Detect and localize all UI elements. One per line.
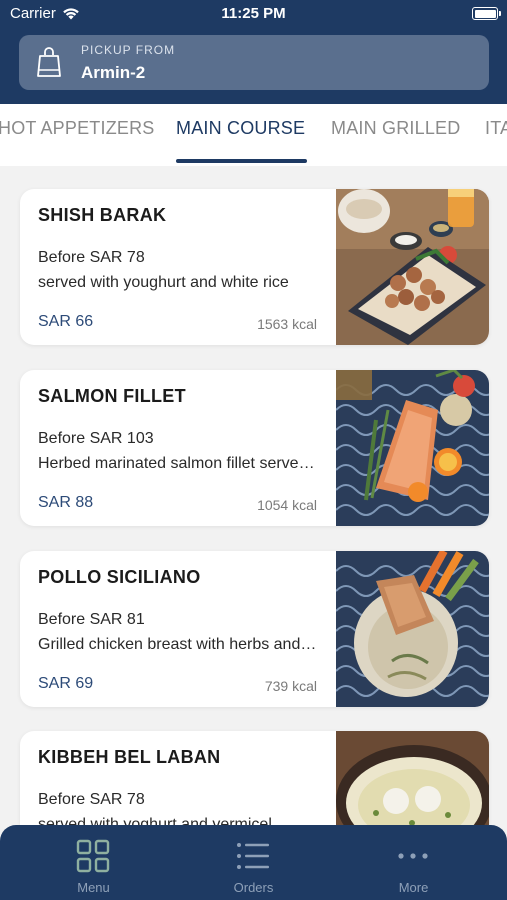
menu-item-price: SAR 69 bbox=[38, 675, 94, 692]
nav-menu[interactable]: Menu bbox=[9, 825, 178, 900]
menu-item-description: Herbed marinated salmon fillet served wi… bbox=[38, 455, 320, 472]
menu-item-original-price: Before SAR 103 bbox=[38, 430, 154, 447]
grid-icon bbox=[76, 839, 110, 873]
pickup-location-selector[interactable]: PICKUP FROM Armin-2 bbox=[19, 35, 489, 90]
nav-more[interactable]: More bbox=[329, 825, 498, 900]
menu-item-description: served with youghurt and white rice bbox=[38, 274, 289, 291]
menu-item-calories: 1054 kcal bbox=[257, 497, 317, 513]
more-dots-icon bbox=[398, 853, 428, 859]
pickup-label: PICKUP FROM bbox=[81, 43, 176, 57]
list-icon bbox=[237, 843, 269, 869]
nav-orders-label: Orders bbox=[233, 880, 274, 895]
tab-main-grilled[interactable]: MAIN GRILLED bbox=[331, 118, 460, 139]
menu-item-calories: 1563 kcal bbox=[257, 316, 317, 332]
bottom-navigation: Menu Orders More bbox=[0, 825, 507, 900]
app-header: Carrier 11:25 PM PICKUP FROM Armin-2 bbox=[0, 0, 507, 104]
menu-item-photo bbox=[336, 370, 489, 526]
menu-item-card[interactable]: SALMON FILLET Before SAR 103 Herbed mari… bbox=[20, 370, 489, 526]
menu-item-photo bbox=[336, 189, 489, 345]
tab-main-course[interactable]: MAIN COURSE bbox=[176, 118, 305, 139]
battery-icon bbox=[472, 7, 501, 20]
menu-item-card[interactable]: SHISH BARAK Before SAR 78 served with yo… bbox=[20, 189, 489, 345]
menu-item-photo bbox=[336, 551, 489, 707]
nav-more-label: More bbox=[398, 880, 429, 895]
menu-item-card[interactable]: POLLO SICILIANO Before SAR 81 Grilled ch… bbox=[20, 551, 489, 707]
status-time: 11:25 PM bbox=[221, 5, 286, 22]
status-bar: Carrier 11:25 PM bbox=[0, 0, 507, 28]
menu-item-calories: 739 kcal bbox=[264, 678, 317, 694]
nav-menu-label: Menu bbox=[77, 880, 110, 895]
menu-item-original-price: Before SAR 78 bbox=[38, 249, 145, 266]
tab-ita[interactable]: ITA bbox=[485, 118, 507, 139]
menu-item-price: SAR 88 bbox=[38, 494, 94, 511]
menu-item-price: SAR 66 bbox=[38, 313, 94, 330]
menu-item-description: Grilled chicken breast with herbs and cr… bbox=[38, 636, 320, 653]
category-tabs: HOT APPETIZERS MAIN COURSE MAIN GRILLED … bbox=[0, 104, 507, 166]
tab-hot-appetizers[interactable]: HOT APPETIZERS bbox=[0, 118, 155, 139]
menu-item-name: KIBBEH BEL LABAN bbox=[38, 747, 221, 767]
nav-orders[interactable]: Orders bbox=[169, 825, 338, 900]
shopping-bag-icon bbox=[37, 47, 61, 77]
pickup-branch-name: Armin-2 bbox=[81, 63, 146, 82]
menu-item-name: SHISH BARAK bbox=[38, 205, 167, 225]
menu-item-original-price: Before SAR 81 bbox=[38, 611, 145, 628]
menu-item-name: POLLO SICILIANO bbox=[38, 567, 201, 587]
active-tab-indicator bbox=[176, 159, 307, 163]
menu-item-original-price: Before SAR 78 bbox=[38, 791, 145, 808]
menu-item-name: SALMON FILLET bbox=[38, 386, 186, 406]
